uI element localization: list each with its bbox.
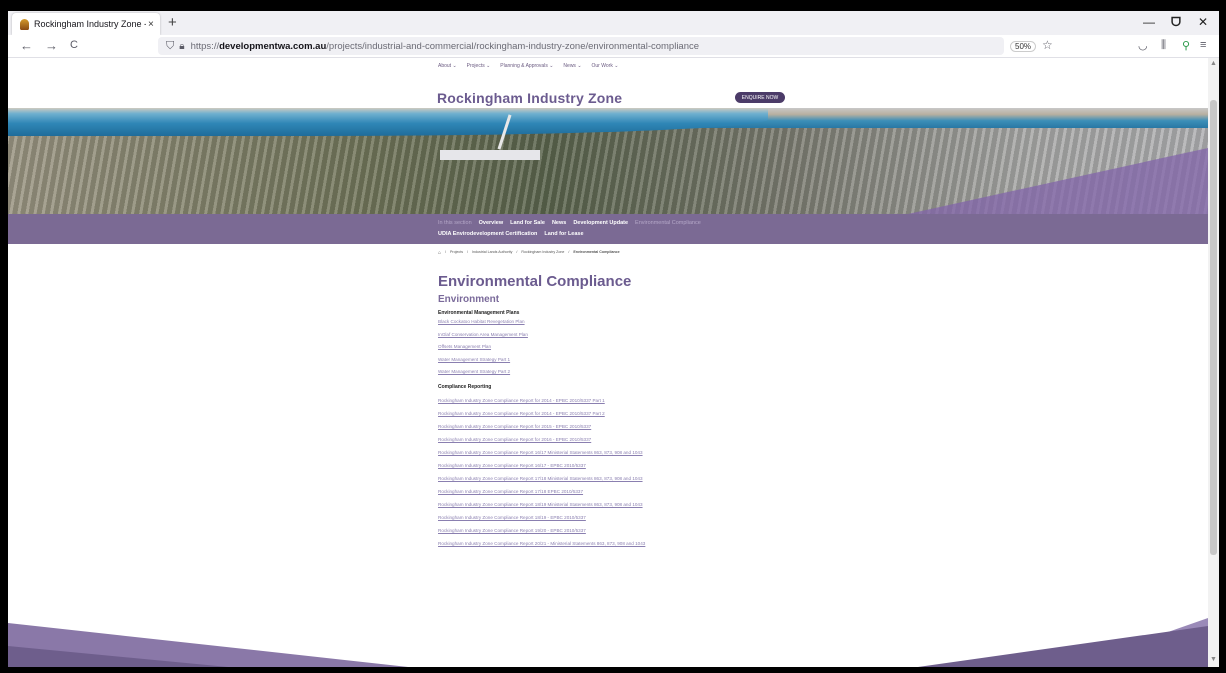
zoom-level-badge[interactable]: 50% (1010, 41, 1037, 52)
compliance-link[interactable]: Rockingham Industry Zone Compliance Repo… (438, 502, 678, 508)
library-icon[interactable]: ⫼ (1161, 39, 1166, 52)
emp-link[interactable]: Water Management Strategy Part 2 (438, 369, 678, 375)
site-main-nav: About ⌄ Projects ⌄ Planning & Approvals … (438, 63, 618, 69)
heading-compliance-reporting: Compliance Reporting (438, 384, 492, 390)
new-tab-button[interactable]: + (168, 14, 177, 31)
nav-news[interactable]: News ⌄ (563, 63, 581, 69)
close-button[interactable]: ✕ (1198, 15, 1208, 29)
emp-link-list: Black Cockatoo Habitat Revegetation Plan… (438, 319, 678, 375)
compliance-link[interactable]: Rockingham Industry Zone Compliance Repo… (438, 450, 678, 456)
breadcrumb-sep: / (568, 250, 570, 254)
nav-projects[interactable]: Projects ⌄ (467, 63, 491, 69)
navigation-toolbar: ← → C ⛉ 🔒︎ https://developmentwa.com.au/… (8, 35, 1219, 58)
compliance-link[interactable]: Rockingham Industry Zone Compliance Repo… (438, 476, 678, 482)
menu-icon[interactable]: ≡ (1200, 39, 1206, 51)
decorative-footer-shape (8, 646, 228, 667)
tab-title: Rockingham Industry Zone - En (34, 19, 146, 29)
home-icon[interactable]: ⌂ (438, 250, 441, 256)
enquire-now-button[interactable]: ENQUIRE NOW (735, 92, 785, 103)
vertical-scrollbar[interactable]: ▲ ▼ (1208, 58, 1219, 667)
in-this-section-label: In this section (438, 220, 472, 226)
section-title-environment: Environment (438, 294, 500, 305)
page-title: Environmental Compliance (438, 273, 632, 290)
compliance-link[interactable]: Rockingham Industry Zone Compliance Repo… (438, 515, 678, 521)
url-text[interactable]: https://developmentwa.com.au/projects/in… (191, 41, 699, 52)
breadcrumb-current: Environmental Compliance (573, 250, 620, 254)
pocket-icon[interactable]: ◡ (1138, 39, 1148, 52)
reload-button[interactable]: C (70, 39, 78, 51)
emp-link[interactable]: Water Management Strategy Part 1 (438, 357, 678, 363)
compliance-link[interactable]: Rockingham Industry Zone Compliance Repo… (438, 541, 678, 547)
breadcrumb-sep: / (516, 250, 518, 254)
subnav-overview[interactable]: Overview (479, 220, 503, 226)
breadcrumb-industrial-lands[interactable]: Industrial Lands Authority (472, 250, 512, 256)
emp-link[interactable]: Black Cockatoo Habitat Revegetation Plan (438, 319, 678, 325)
shield-icon[interactable]: ⛉ (166, 40, 174, 53)
subnav-land-for-sale[interactable]: Land for Sale (510, 220, 545, 226)
compliance-link[interactable]: Rockingham Industry Zone Compliance Repo… (438, 398, 678, 404)
bookmark-star-icon[interactable]: ☆ (1042, 38, 1053, 52)
subnav-environmental-compliance[interactable]: Environmental Compliance (635, 220, 701, 226)
breadcrumb-sep: / (467, 250, 469, 254)
subnav-development-update[interactable]: Development Update (573, 220, 628, 226)
tab-strip: Rockingham Industry Zone - En × + — ᗜ ✕ (8, 11, 1219, 35)
breadcrumb: ⌂ / Projects / Industrial Lands Authorit… (438, 250, 620, 256)
breadcrumb-rockingham[interactable]: Rockingham Industry Zone (521, 250, 564, 256)
nav-about[interactable]: About ⌄ (438, 63, 457, 69)
browser-window: Rockingham Industry Zone - En × + — ᗜ ✕ … (8, 11, 1219, 667)
breadcrumb-sep: / (445, 250, 447, 254)
section-subnav: In this section Overview Land for Sale N… (8, 214, 1208, 244)
tab-close-icon[interactable]: × (148, 19, 154, 30)
back-button[interactable]: ← (20, 38, 33, 53)
page-viewport: About ⌄ Projects ⌄ Planning & Approvals … (8, 58, 1208, 667)
scroll-up-arrow-icon[interactable]: ▲ (1210, 60, 1217, 67)
lock-icon[interactable]: 🔒︎ (179, 41, 184, 52)
compliance-link[interactable]: Rockingham Industry Zone Compliance Repo… (438, 424, 678, 430)
project-title: Rockingham Industry Zone (437, 90, 623, 106)
minimize-button[interactable]: — (1143, 15, 1155, 29)
emp-link[interactable]: InGlaf Conservation Area Management Plan (438, 332, 678, 338)
hero-plant-building (440, 150, 540, 160)
compliance-link-list: Rockingham Industry Zone Compliance Repo… (438, 398, 678, 547)
browser-tab[interactable]: Rockingham Industry Zone - En × (12, 13, 160, 35)
scroll-down-arrow-icon[interactable]: ▼ (1210, 656, 1217, 663)
subnav-land-for-lease[interactable]: Land for Lease (544, 231, 583, 237)
subnav-udia-certification[interactable]: UDIA Envirodevelopment Certification (438, 231, 537, 237)
compliance-link[interactable]: Rockingham Industry Zone Compliance Repo… (438, 437, 678, 443)
maximize-button[interactable]: ᗜ (1171, 15, 1181, 30)
compliance-link[interactable]: Rockingham Industry Zone Compliance Repo… (438, 489, 678, 495)
emp-link[interactable]: Offsets Management Plan (438, 344, 678, 350)
hero-purple-wedge (908, 148, 1208, 214)
compliance-link[interactable]: Rockingham Industry Zone Compliance Repo… (438, 528, 678, 534)
address-bar[interactable]: ⛉ 🔒︎ https://developmentwa.com.au/projec… (158, 37, 1053, 55)
decorative-footer-shape (918, 626, 1208, 667)
subnav-news[interactable]: News (552, 220, 566, 226)
nav-planning-approvals[interactable]: Planning & Approvals ⌄ (500, 63, 553, 69)
scrollbar-thumb[interactable] (1210, 100, 1217, 555)
nav-our-work[interactable]: Our Work ⌄ (592, 63, 619, 69)
breadcrumb-projects[interactable]: Projects (450, 250, 463, 256)
forward-button[interactable]: → (45, 38, 58, 53)
compliance-link[interactable]: Rockingham Industry Zone Compliance Repo… (438, 411, 678, 417)
heading-environmental-management-plans: Environmental Management Plans (438, 310, 520, 316)
extension-icon[interactable]: ⚲ (1182, 39, 1190, 52)
hero-aerial-image (8, 108, 1208, 214)
site-favicon-icon (20, 18, 29, 30)
compliance-link[interactable]: Rockingham Industry Zone Compliance Repo… (438, 463, 678, 469)
